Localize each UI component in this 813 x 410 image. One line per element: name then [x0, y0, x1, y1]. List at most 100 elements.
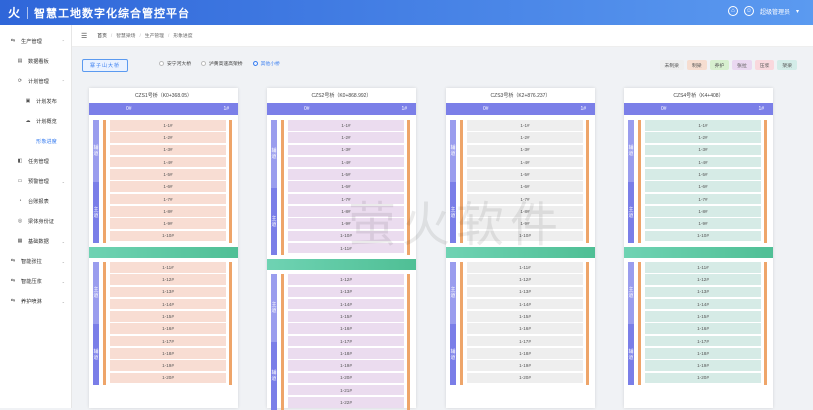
beam-cell[interactable]: 1-18#	[110, 348, 226, 359]
beam-cell[interactable]: 1-18#	[467, 348, 583, 359]
breadcrumb-item[interactable]: 生产管理	[145, 34, 164, 39]
beam-cell[interactable]: 1-6#	[467, 181, 583, 192]
sidebar-item[interactable]: 形象进度	[0, 131, 71, 151]
sidebar-item[interactable]: ▦ 基础数据 ⌄	[0, 231, 71, 251]
menu-toggle-icon[interactable]: ☰	[81, 32, 87, 40]
beam-cell[interactable]: 1-8#	[467, 206, 583, 217]
beam-cell[interactable]: 1-22#	[288, 397, 404, 408]
sidebar-item[interactable]: ⇆ 养护喷淋 ⌄	[0, 291, 71, 311]
beam-cell[interactable]: 1-4#	[645, 156, 761, 168]
beam-cell[interactable]: 1-14#	[645, 298, 761, 310]
beam-cell[interactable]: 1-3#	[645, 144, 761, 156]
beam-cell[interactable]: 1-10#	[288, 230, 404, 242]
user-avatar-icon[interactable]: ☺	[743, 6, 754, 16]
radio-dot-icon[interactable]	[252, 61, 258, 66]
beam-cell[interactable]: 1-8#	[645, 206, 761, 217]
beam-cell[interactable]: 1-12#	[467, 274, 583, 285]
bridge-radio[interactable]: 泸黄高速高架桥	[201, 60, 243, 67]
beam-cell[interactable]: 1-9#	[288, 218, 404, 229]
beam-cell[interactable]: 1-16#	[467, 323, 583, 334]
beam-cell[interactable]: 1-14#	[110, 298, 226, 310]
sidebar-item[interactable]: ▭ 预警管理 ⌄	[0, 171, 71, 191]
sidebar-item[interactable]: ⟳ 计划管理 ⌃	[0, 71, 71, 91]
beam-cell[interactable]: 1-16#	[110, 323, 226, 334]
beam-cell[interactable]: 1-5#	[288, 169, 404, 180]
beam-cell[interactable]: 1-4#	[110, 156, 226, 168]
beam-cell[interactable]: 1-5#	[110, 169, 226, 180]
beam-cell[interactable]: 1-8#	[288, 206, 404, 217]
breadcrumb-item[interactable]: 形象进度	[173, 34, 192, 39]
beam-cell[interactable]: 1-7#	[645, 193, 761, 205]
beam-cell[interactable]: 1-19#	[110, 360, 226, 371]
sidebar-item[interactable]: ◔ 台账报表	[0, 191, 71, 211]
beam-cell[interactable]: 1-10#	[110, 230, 226, 242]
beam-cell[interactable]: 1-7#	[110, 193, 226, 205]
bridge-radio[interactable]: 其他小桥	[252, 60, 280, 67]
beam-cell[interactable]: 1-2#	[110, 132, 226, 143]
beam-cell[interactable]: 1-12#	[288, 274, 404, 285]
beam-cell[interactable]: 1-10#	[645, 230, 761, 242]
beam-cell[interactable]: 1-7#	[467, 193, 583, 205]
beam-cell[interactable]: 1-15#	[467, 311, 583, 322]
beam-cell[interactable]: 1-20#	[288, 372, 404, 384]
beam-cell[interactable]: 1-11#	[645, 262, 761, 273]
beam-cell[interactable]: 1-13#	[645, 286, 761, 298]
sidebar-item[interactable]: ▤ 数据看板	[0, 51, 71, 71]
beam-cell[interactable]: 1-17#	[645, 335, 761, 347]
beam-cell[interactable]: 1-4#	[288, 156, 404, 168]
sidebar-item[interactable]: ⇆ 生产管理 ⌃	[0, 31, 71, 51]
beam-cell[interactable]: 1-20#	[110, 372, 226, 384]
beam-cell[interactable]: 1-20#	[467, 372, 583, 384]
bridge-filter-button[interactable]: 寨子山大桥	[82, 59, 128, 72]
beam-cell[interactable]: 1-1#	[110, 120, 226, 131]
beam-cell[interactable]: 1-3#	[288, 144, 404, 156]
user-name[interactable]: 超级管理员	[760, 7, 790, 16]
breadcrumb-item[interactable]: 智慧梁场	[116, 34, 135, 39]
sidebar-item[interactable]: ▣ 计划发布	[0, 91, 71, 111]
beam-cell[interactable]: 1-5#	[645, 169, 761, 180]
beam-cell[interactable]: 1-15#	[645, 311, 761, 322]
beam-cell[interactable]: 1-11#	[288, 242, 404, 254]
beam-cell[interactable]: 1-9#	[645, 218, 761, 229]
beam-cell[interactable]: 1-19#	[288, 360, 404, 371]
beam-cell[interactable]: 1-6#	[110, 181, 226, 192]
beam-cell[interactable]: 1-12#	[110, 274, 226, 285]
sidebar-item[interactable]: ☁ 计划概览	[0, 111, 71, 131]
beam-cell[interactable]: 1-16#	[645, 323, 761, 334]
beam-cell[interactable]: 1-4#	[467, 156, 583, 168]
beam-cell[interactable]: 1-18#	[288, 348, 404, 359]
sidebar-item[interactable]: ⇆ 智能压浆 ⌄	[0, 271, 71, 291]
sidebar-item[interactable]: ◎ 梁体身份证	[0, 211, 71, 231]
beam-cell[interactable]: 1-17#	[110, 335, 226, 347]
beam-cell[interactable]: 1-18#	[645, 348, 761, 359]
beam-cell[interactable]: 1-16#	[288, 323, 404, 334]
beam-cell[interactable]: 1-15#	[110, 311, 226, 322]
beam-cell[interactable]: 1-1#	[288, 120, 404, 131]
beam-cell[interactable]: 1-20#	[645, 372, 761, 384]
beam-cell[interactable]: 1-21#	[288, 384, 404, 396]
beam-cell[interactable]: 1-11#	[467, 262, 583, 273]
sidebar-item[interactable]: ⇆ 智能张拉 ⌄	[0, 251, 71, 271]
beam-cell[interactable]: 1-14#	[467, 298, 583, 310]
beam-cell[interactable]: 1-12#	[645, 274, 761, 285]
beam-cell[interactable]: 1-10#	[467, 230, 583, 242]
beam-cell[interactable]: 1-13#	[467, 286, 583, 298]
beam-cell[interactable]: 1-5#	[467, 169, 583, 180]
beam-cell[interactable]: 1-19#	[467, 360, 583, 371]
beam-cell[interactable]: 1-15#	[288, 311, 404, 322]
beam-cell[interactable]: 1-6#	[645, 181, 761, 192]
home-icon[interactable]: ⌂	[727, 6, 738, 16]
radio-dot-icon[interactable]	[159, 61, 164, 66]
beam-cell[interactable]: 1-13#	[288, 286, 404, 298]
beam-cell[interactable]: 1-8#	[110, 206, 226, 217]
beam-cell[interactable]: 1-11#	[110, 262, 226, 273]
beam-cell[interactable]: 1-2#	[645, 132, 761, 143]
beam-cell[interactable]: 1-17#	[467, 335, 583, 347]
beam-cell[interactable]: 1-19#	[645, 360, 761, 371]
sidebar-item[interactable]: ◧ 任务管理	[0, 151, 71, 171]
beam-cell[interactable]: 1-3#	[110, 144, 226, 156]
user-menu-chevron-down-icon[interactable]: ▾	[796, 8, 799, 15]
beam-cell[interactable]: 1-1#	[645, 120, 761, 131]
beam-cell[interactable]: 1-17#	[288, 335, 404, 347]
beam-cell[interactable]: 1-13#	[110, 286, 226, 298]
